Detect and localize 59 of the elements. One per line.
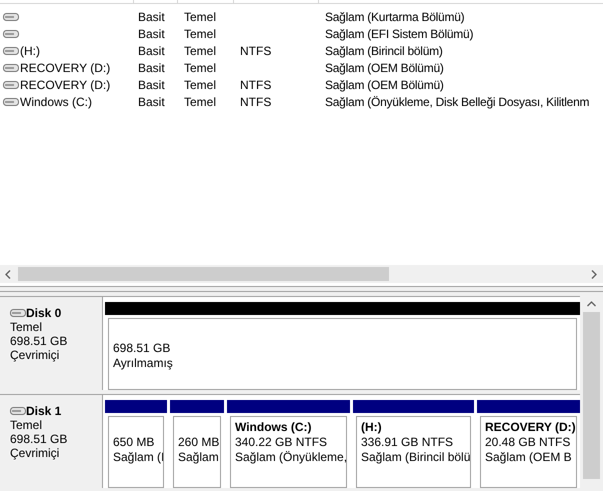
volume-name: Windows (C:) [20, 94, 92, 110]
volume-name: RECOVERY (D:) [20, 76, 110, 94]
type-cell: Temel [184, 44, 216, 58]
file-system-cell: NTFS [240, 94, 272, 108]
layout-cell: Basit [138, 44, 165, 58]
status-cell: Sağlam (OEM Bölümü) [325, 78, 444, 92]
disk-state: Çevrimiçi [10, 348, 60, 362]
partition-status: Sağlam (OEM B [485, 450, 573, 465]
partition-status: Ayrılmamış [113, 356, 174, 371]
type-cell: Temel [184, 60, 216, 74]
disk-state: Çevrimiçi [10, 446, 60, 460]
layout-cell: Basit [138, 94, 165, 108]
disk-type: Temel [10, 320, 44, 334]
disk-name: Disk 0 [26, 306, 62, 320]
file-system-cell: NTFS [240, 44, 272, 58]
drive-icon [3, 62, 19, 72]
scroll-left-icon[interactable] [5, 270, 11, 278]
drive-icon [3, 96, 19, 106]
drive-icon [3, 12, 19, 22]
disk-type: Temel [10, 418, 44, 432]
disk-size: 698.51 GB [10, 432, 68, 446]
partition-size: 260 MB [178, 435, 220, 450]
layout-cell: Basit [138, 78, 165, 92]
status-cell: Sağlam (Birincil bölüm) [325, 44, 443, 58]
layout-cell: Basit [138, 26, 165, 40]
type-cell: Temel [184, 78, 216, 92]
disk-name: Disk 1 [26, 404, 62, 418]
status-cell: Sağlam (EFI Sistem Bölümü) [325, 26, 474, 40]
scroll-right-icon[interactable] [591, 270, 597, 278]
partition-size: 698.51 GB [113, 341, 172, 356]
partition-size: 20.48 GB NTFS [485, 435, 572, 450]
scrollbar-thumb[interactable] [18, 267, 389, 281]
layout-cell: Basit [138, 10, 165, 24]
partition-status: Sağlam [178, 450, 220, 465]
file-system-cell: NTFS [240, 78, 272, 92]
partition-status: Sağlam (Birincil bölü [361, 450, 470, 465]
partition-status: Sağlam (Önyükleme, [235, 450, 346, 465]
type-cell: Temel [184, 10, 216, 24]
partition-title: Windows (C:) [235, 420, 313, 435]
drive-icon [3, 80, 19, 90]
type-cell: Temel [184, 94, 216, 108]
status-cell: Sağlam (Kurtarma Bölümü) [325, 10, 464, 24]
partition-title: (H:) [361, 420, 383, 435]
partition-size: 336.91 GB NTFS [361, 435, 454, 450]
status-cell: Sağlam (OEM Bölümü) [325, 60, 444, 74]
partition-title: RECOVERY (D:) [485, 420, 576, 435]
partition-status: Sağlam (I [113, 450, 163, 465]
drive-icon [3, 28, 19, 38]
disk-size: 698.51 GB [10, 334, 68, 348]
volume-name: RECOVERY (D:) [20, 60, 110, 76]
status-cell: Sağlam (Önyükleme, Disk Belleği Dosyası, Kilitlenm [325, 94, 590, 108]
drive-icon [3, 46, 19, 56]
scroll-up-icon[interactable] [586, 301, 596, 307]
scrollbar-thumb[interactable] [582, 312, 600, 479]
volume-name: (H:) [20, 42, 40, 60]
partition-size: 650 MB [113, 435, 156, 450]
partition-size: 340.22 GB NTFS [235, 435, 328, 450]
type-cell: Temel [184, 26, 216, 40]
layout-cell: Basit [138, 60, 165, 74]
